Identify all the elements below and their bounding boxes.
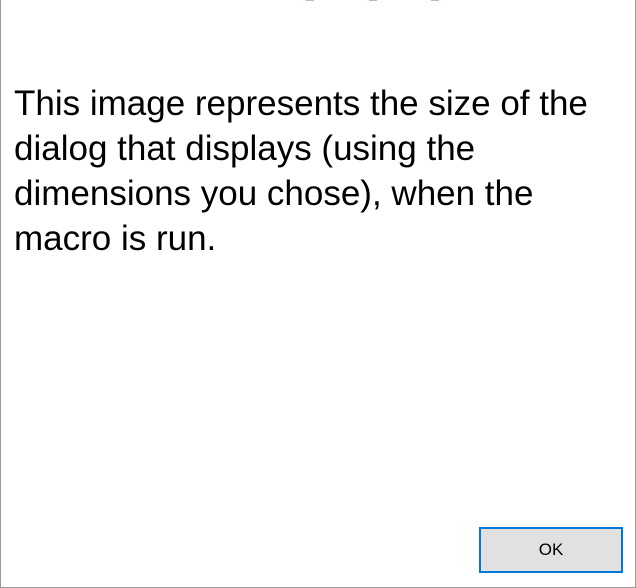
macro-dialog: This image represents the size of the di… [0, 0, 636, 588]
window-top-edge [1, 0, 636, 2]
ok-button[interactable]: OK [479, 527, 623, 573]
ok-button-label: OK [538, 540, 564, 559]
dialog-message: This image represents the size of the di… [14, 84, 588, 258]
